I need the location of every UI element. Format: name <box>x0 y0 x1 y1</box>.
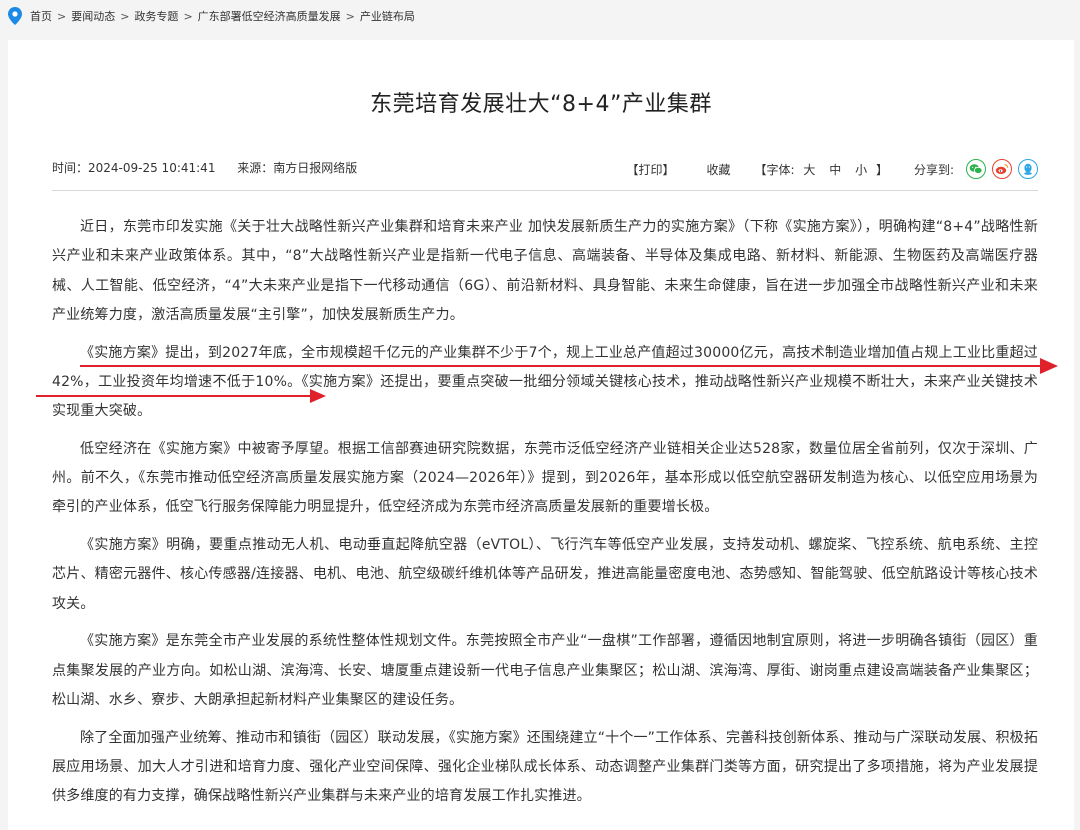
breadcrumb-home-link[interactable]: 首页 <box>30 8 52 24</box>
breadcrumb: 首页 > 要闻动态 > 政务专题 > 广东部署低空经济高质量发展 > 产业链布局 <box>8 6 415 26</box>
article-meta: 时间：2024-09-25 10:41:41 来源：南方日报网络版 【打印】 收… <box>52 157 1038 187</box>
article-paragraph: 《实施方案》是东莞全市产业发展的系统性整体性规划文件。东莞按照全市产业“一盘棋”… <box>52 633 1038 709</box>
font-size-large-button[interactable]: 大 <box>803 163 815 177</box>
print-button[interactable]: 【打印】 <box>627 161 675 178</box>
breadcrumb-news-link[interactable]: 要闻动态 <box>71 8 115 24</box>
article-title: 东莞培育发展壮大“8+4”产业集群 <box>370 92 712 117</box>
meta-divider <box>52 190 1038 191</box>
font-size-prefix: 【字体: <box>754 162 795 177</box>
breadcrumb-industry-link[interactable]: 产业链布局 <box>360 8 415 24</box>
share-label: 分享到: <box>913 162 954 177</box>
breadcrumb-separator: > <box>345 9 355 23</box>
breadcrumb-separator: > <box>120 9 130 23</box>
article-info: 时间：2024-09-25 10:41:41 来源：南方日报网络版 <box>52 159 357 176</box>
wechat-share-icon[interactable] <box>966 159 986 179</box>
favorite-button[interactable]: 收藏 <box>707 161 731 178</box>
article-paragraph: 近日，东莞市印发实施《关于壮大战略性新兴产业集群和培育未来产业 加快发展新质生产… <box>52 219 1038 323</box>
breadcrumb-separator: > <box>57 9 67 23</box>
article-paragraph: 《实施方案》明确，要重点推动无人机、电动垂直起降航空器（eVTOL）、飞行汽车等… <box>52 537 1038 612</box>
font-size-suffix: 】 <box>875 162 888 177</box>
qq-share-icon[interactable] <box>1018 159 1038 179</box>
article-paragraph: 除了全面加强产业统筹、推动市和镇街（园区）联动发展，《实施方案》还围绕建立“十个… <box>52 729 1038 805</box>
article-source: 来源：南方日报网络版 <box>237 161 358 175</box>
article-paragraph: 低空经济在《实施方案》中被寄予厚望。根据工信部赛迪研究院数据，东莞市泛低空经济产… <box>52 440 1038 516</box>
article-tools: 【打印】 收藏 【字体: 大 中 小 】 分享到: <box>627 157 1038 181</box>
article-paragraph: 《实施方案》提出，到2027年底，全市规模超千亿元的产业集群不少于7个，规上工业… <box>52 344 1038 420</box>
publish-time: 时间：2024-09-25 10:41:41 <box>52 161 216 175</box>
font-size-controls: 【字体: 大 中 小 】 <box>755 161 888 178</box>
breadcrumb-lowalt-link[interactable]: 广东部署低空经济高质量发展 <box>198 8 341 24</box>
article-card: 东莞培育发展壮大“8+4”产业集群 时间：2024-09-25 10:41:41… <box>8 40 1074 830</box>
font-size-medium-button[interactable]: 中 <box>829 163 841 177</box>
article-body: 近日，东莞市印发实施《关于壮大战略性新兴产业集群和培育未来产业 加快发展新质生产… <box>52 213 1038 820</box>
font-size-small-button[interactable]: 小 <box>855 163 867 177</box>
location-pin-icon <box>8 7 22 25</box>
weibo-share-icon[interactable] <box>992 159 1012 179</box>
breadcrumb-separator: > <box>183 9 193 23</box>
breadcrumb-topics-link[interactable]: 政务专题 <box>134 8 178 24</box>
